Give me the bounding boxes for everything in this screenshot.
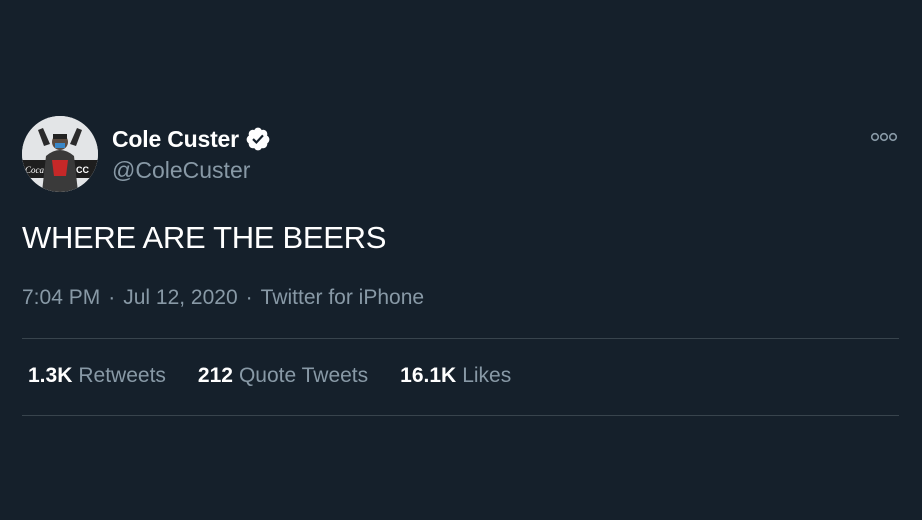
likes-stat[interactable]: 16.1K Likes bbox=[400, 364, 511, 388]
quote-tweets-label: Quote Tweets bbox=[238, 364, 369, 387]
quote-tweets-stat[interactable]: 212 Quote Tweets bbox=[198, 364, 368, 388]
svg-text:CC: CC bbox=[76, 165, 89, 175]
likes-label: Likes bbox=[462, 364, 512, 387]
more-options-icon[interactable] bbox=[870, 130, 898, 144]
meta-separator: · bbox=[108, 286, 116, 309]
divider-top bbox=[22, 338, 899, 339]
retweets-stat[interactable]: 1.3K Retweets bbox=[28, 364, 166, 388]
tweet-time[interactable]: 7:04 PM bbox=[22, 286, 100, 310]
retweets-count: 1.3K bbox=[28, 364, 73, 387]
quote-tweets-count: 212 bbox=[197, 364, 233, 387]
tweet-meta: 7:04 PM · Jul 12, 2020 · Twitter for iPh… bbox=[22, 286, 424, 310]
tweet-stats: 1.3K Retweets 212 Quote Tweets 16.1K Likes bbox=[28, 364, 511, 388]
retweets-label: Retweets bbox=[78, 364, 166, 387]
verified-badge-icon bbox=[246, 127, 270, 151]
user-info[interactable]: Cole Custer @ColeCuster bbox=[112, 124, 271, 184]
tweet-text: WHERE ARE THE BEERS bbox=[22, 220, 387, 255]
tweet-card: Coca CC Cole Custer @ColeCuster WHERE AR… bbox=[0, 0, 922, 520]
tweet-date[interactable]: Jul 12, 2020 bbox=[123, 286, 237, 310]
divider-bottom bbox=[22, 415, 899, 416]
display-name[interactable]: Cole Custer bbox=[112, 126, 239, 153]
tweet-source[interactable]: Twitter for iPhone bbox=[261, 286, 424, 310]
svg-text:Coca: Coca bbox=[25, 165, 44, 175]
likes-count: 16.1K bbox=[400, 364, 457, 387]
avatar-image: Coca CC bbox=[22, 116, 98, 192]
avatar[interactable]: Coca CC bbox=[22, 116, 98, 192]
handle[interactable]: @ColeCuster bbox=[112, 157, 271, 184]
meta-separator: · bbox=[245, 286, 253, 309]
